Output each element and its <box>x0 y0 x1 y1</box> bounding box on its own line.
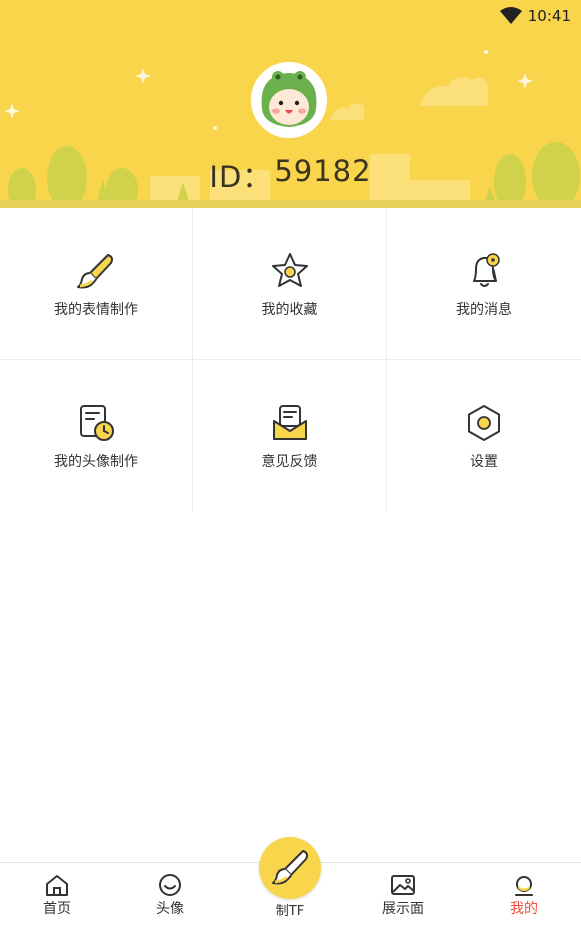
menu-my-favorites[interactable]: 我的收藏 <box>193 208 387 360</box>
nav-gallery[interactable]: 展示面 <box>363 873 443 918</box>
menu-settings[interactable]: 设置 <box>387 360 581 512</box>
nav-label: 头像 <box>156 901 184 917</box>
frog-hood-avatar-icon <box>254 65 324 135</box>
menu-label: 我的消息 <box>456 301 512 318</box>
nav-mine[interactable]: 我的 <box>484 873 564 918</box>
create-label: 制TF <box>275 904 305 919</box>
brush-icon <box>272 850 308 885</box>
create-button[interactable] <box>259 837 321 899</box>
nav-label: 我的 <box>510 901 538 917</box>
menu-grid: 我的表情制作 我的收藏 我的消息 我的头像制作 意见反馈 设置 <box>0 208 581 512</box>
menu-label: 我的表情制作 <box>54 301 138 318</box>
user-id-value: 59182 <box>274 154 372 188</box>
avatar[interactable] <box>251 62 327 138</box>
smile-icon <box>159 874 181 896</box>
menu-label: 我的收藏 <box>261 301 318 318</box>
status-time: 10:41 <box>527 7 571 25</box>
nav-label: 首页 <box>43 901 71 917</box>
nav-label: 展示面 <box>382 901 424 917</box>
wifi-icon <box>499 7 522 24</box>
bell-icon <box>473 252 500 287</box>
document-clock-icon <box>80 405 114 441</box>
profile-icon <box>515 876 533 896</box>
profile-header: 10:41 ID： 59182 <box>0 0 581 208</box>
brush-icon <box>77 253 113 288</box>
nav-home[interactable]: 首页 <box>17 873 97 918</box>
menu-label: 意见反馈 <box>261 454 318 470</box>
image-icon <box>391 875 415 895</box>
menu-my-avatars[interactable]: 我的头像制作 <box>0 360 193 512</box>
user-id: ID： 59182 <box>0 154 581 196</box>
status-bar: 10:41 <box>499 4 571 28</box>
menu-my-stickers[interactable]: 我的表情制作 <box>0 208 193 360</box>
menu-label: 我的头像制作 <box>54 454 138 470</box>
menu-feedback[interactable]: 意见反馈 <box>193 360 387 512</box>
nav-avatar[interactable]: 头像 <box>130 873 210 918</box>
menu-my-messages[interactable]: 我的消息 <box>387 208 581 360</box>
hexagon-settings-icon <box>468 405 500 441</box>
menu-label: 设置 <box>470 454 498 470</box>
home-icon <box>46 875 68 896</box>
user-id-label: ID： <box>209 160 273 194</box>
envelope-icon <box>272 405 307 440</box>
star-icon <box>271 252 308 287</box>
